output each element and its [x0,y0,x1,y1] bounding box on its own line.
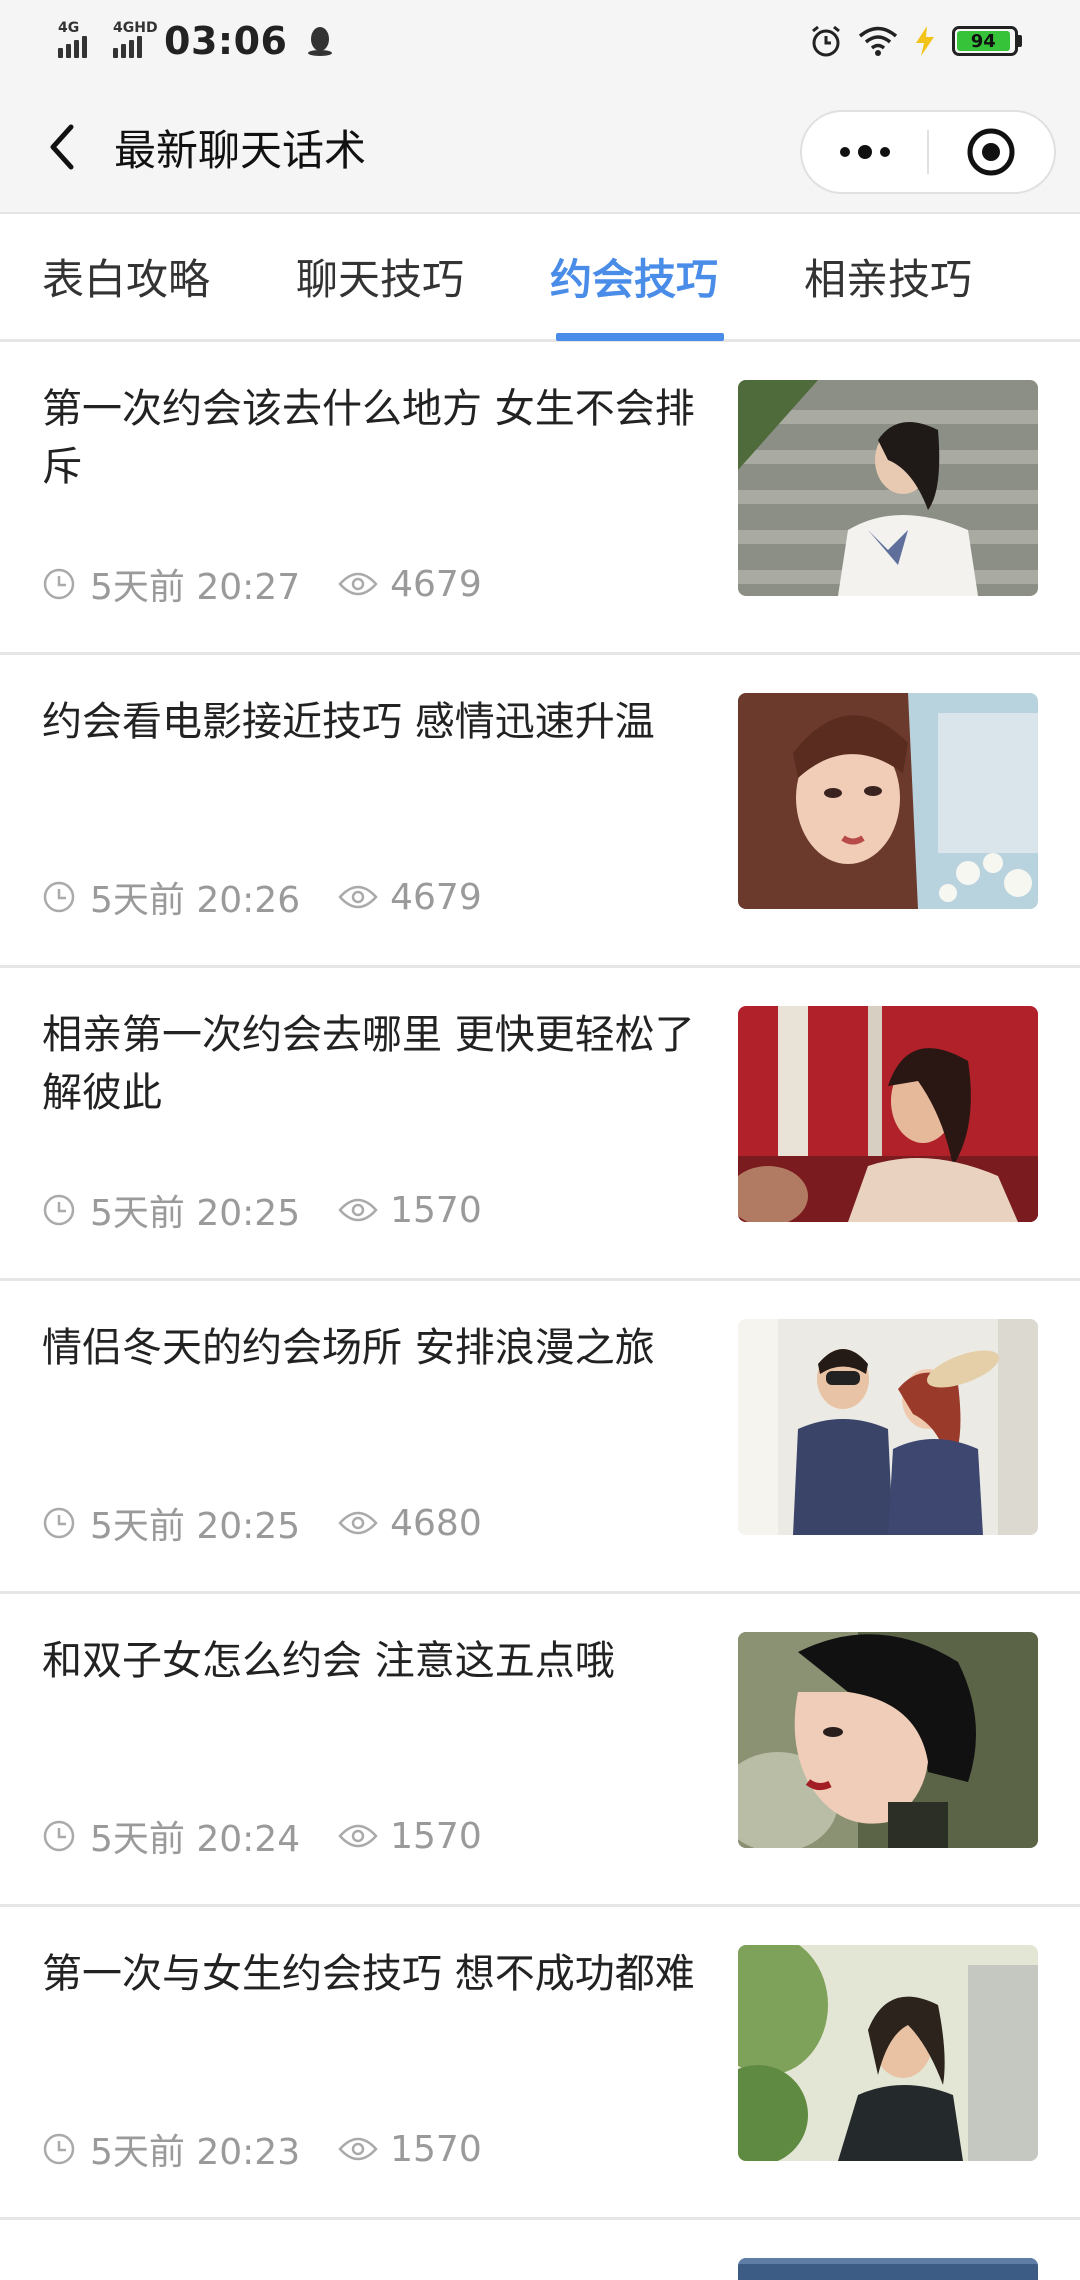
article-time: 5天前 20:24 [90,1819,301,1860]
tab-chat-skills[interactable]: 聊天技巧 [296,214,464,339]
status-left: 4G 4GHD 03:06 [58,19,333,63]
article-title: 约会看电影接近技巧 感情迅速升温 [42,699,655,745]
clock-icon [43,2133,75,2165]
clock-icon [43,1194,75,1226]
article-meta: 5天前 20:24 1570 [42,1810,482,1862]
partial-photo[interactable] [738,2258,1038,2280]
article-time: 5天前 20:25 [90,1506,301,1547]
woman-red-room-photo[interactable] [738,1006,1038,1222]
article-item[interactable]: 情侣冬天的约会场所 安排浪漫之旅 5天前 20:25 4680 [0,1281,1080,1594]
article-time: 5天前 20:23 [90,2132,301,2173]
girl-with-flowers-photo[interactable] [738,693,1038,909]
eye-icon [338,1198,378,1222]
signal-icon-sim2: 4GHD [113,20,158,58]
sim2-label: 4GHD [113,20,158,36]
couple-photo[interactable] [738,1319,1038,1535]
chevron-left-icon [50,124,74,170]
battery-level: 94 [957,31,1010,52]
eye-icon [338,885,378,909]
back-button[interactable] [32,117,92,177]
alarm-icon [812,25,840,57]
article-item[interactable]: 第一次约会该去什么地方 女生不会排斥 5天前 20:27 4679 [0,342,1080,655]
article-views: 1570 [390,2128,482,2170]
article-meta: 5天前 20:25 4680 [42,1497,482,1549]
article-meta: 5天前 20:27 4679 [42,558,482,610]
signal-icon-sim1: 4G [58,20,87,58]
article-item[interactable]: 和双子女怎么约会 注意这五点哦 5天前 20:24 1570 [0,1594,1080,1907]
girl-on-stairs-photo[interactable] [738,380,1038,596]
article-views: 4680 [390,1502,482,1544]
category-tabs: 表白攻略 聊天技巧 约会技巧 相亲技巧 [0,214,1080,342]
clock-icon [43,1820,75,1852]
woman-sunlight-photo[interactable] [738,1945,1038,2161]
clock-icon [43,568,75,600]
article-time: 5天前 20:25 [90,1193,301,1234]
close-miniprogram-button[interactable] [929,112,1054,192]
article-views: 4679 [390,876,482,918]
battery-icon: 94 [952,26,1022,56]
article-meta: 5天前 20:23 1570 [42,2123,482,2175]
eye-icon [338,1511,378,1535]
woman-short-hair-photo[interactable] [738,1632,1038,1848]
article-item[interactable]: 相亲第一次约会去哪里 更快更轻松了解彼此 5天前 20:25 1570 [0,968,1080,1281]
target-close-icon [967,128,1015,176]
article-item[interactable]: 约会看电影接近技巧 感情迅速升温 5天前 20:26 4679 [0,655,1080,968]
article-time: 5天前 20:26 [90,880,301,921]
page-title: 最新聊天话术 [114,125,367,175]
article-title-partial [42,2258,698,2280]
article-title: 相亲第一次约会去哪里 更快更轻松了解彼此 [42,1012,695,1116]
clock-icon [43,881,75,913]
tab-confession[interactable]: 表白攻略 [42,214,210,339]
qq-penguin-icon [308,27,333,56]
article-meta: 5天前 20:26 4679 [42,871,482,923]
article-time: 5天前 20:27 [90,567,301,608]
miniprogram-capsule [800,110,1056,194]
charging-bolt-icon [916,26,934,56]
nav-bar: 最新聊天话术 [0,82,1080,214]
more-button[interactable] [802,112,927,192]
sim1-label: 4G [58,20,80,36]
article-title: 第一次约会该去什么地方 女生不会排斥 [42,386,695,490]
eye-icon [338,2137,378,2161]
status-bar: 4G 4GHD 03:06 94 [0,0,1080,82]
article-title: 情侣冬天的约会场所 安排浪漫之旅 [42,1325,655,1371]
clock-icon [43,1507,75,1539]
article-views: 1570 [390,1189,482,1231]
more-dots-icon [839,145,890,159]
wifi-icon [858,26,898,56]
article-item[interactable]: 第一次与女生约会技巧 想不成功都难 5天前 20:23 1570 [0,1907,1080,2220]
article-item-partial[interactable] [0,2220,1080,2280]
tab-blind-date[interactable]: 相亲技巧 [804,214,972,339]
status-right: 94 [808,23,1022,59]
article-list: 第一次约会该去什么地方 女生不会排斥 5天前 20:27 4679 约会看电影接… [0,342,1080,2280]
eye-icon [338,572,378,596]
article-title: 第一次与女生约会技巧 想不成功都难 [42,1951,695,1997]
tab-dating-skills[interactable]: 约会技巧 [550,214,725,341]
article-title: 和双子女怎么约会 注意这五点哦 [42,1638,615,1684]
article-views: 1570 [390,1815,482,1857]
eye-icon [338,1824,378,1848]
clock: 03:06 [164,19,288,63]
article-views: 4679 [390,563,482,605]
article-meta: 5天前 20:25 1570 [42,1184,482,1236]
